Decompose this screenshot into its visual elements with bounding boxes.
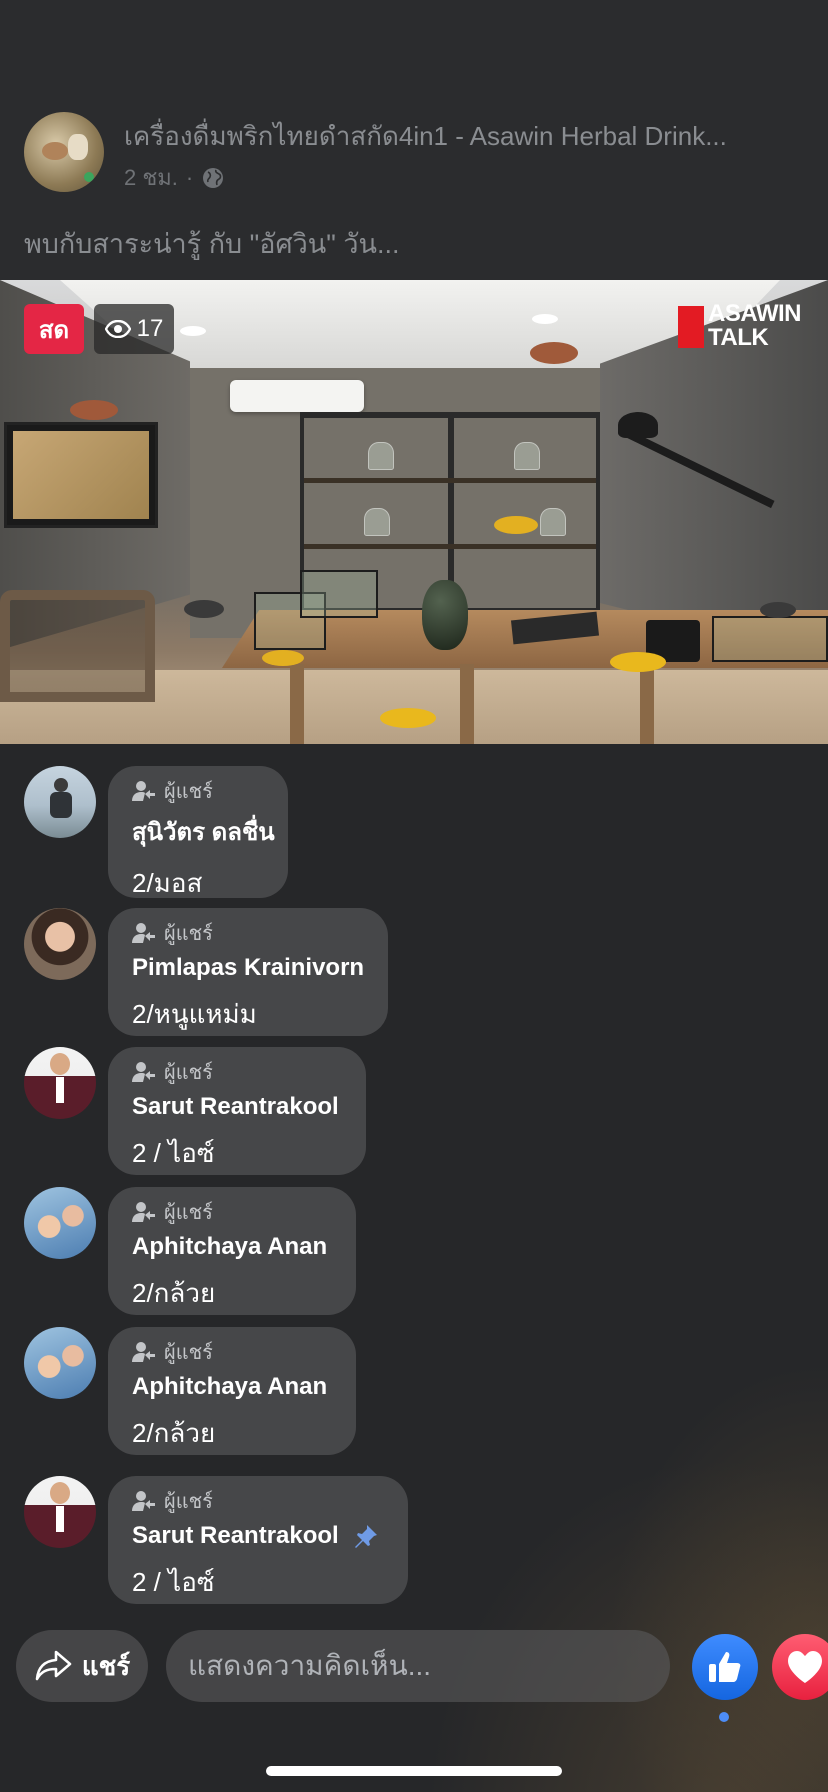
table-leg [460,664,474,744]
share-button[interactable]: แชร์ [16,1630,148,1702]
comment-bubble[interactable]: ผู้แชร์ Pimlapas Krainivorn 2/หนูแหม่ม [108,908,388,1036]
commenter-name[interactable]: Pimlapas Krainivorn [132,954,364,982]
post-header: เครื่องดื่มพริกไทยดำสกัด4in1 - Asawin He… [0,0,828,280]
armchair [0,590,155,702]
sharer-role: ผู้แชร์ [164,1491,213,1513]
comment-bubble[interactable]: ผู้แชร์ Sarut Reantrakool 2 / ไอซ์ [108,1047,366,1175]
meta-separator: · [185,164,194,190]
commenter-avatar[interactable] [24,1187,96,1259]
live-video[interactable]: สด 17 ASAWIN TALK [0,280,828,744]
commenter-name-text[interactable]: Aphitchaya Anan [132,1233,327,1261]
sharer-label: ผู้แชร์ [132,1059,342,1085]
tv [4,422,158,528]
ceiling-light [532,314,558,324]
commenter-name-text[interactable]: สุนิวัตร ดลชื่น [132,812,275,851]
comment-bubble[interactable]: ผู้แชร์ Aphitchaya Anan 2/กล้วย [108,1327,356,1455]
share-person-icon [132,1202,155,1222]
sharer-label: ผู้แชร์ [132,1199,332,1225]
love-reaction-button[interactable] [772,1634,828,1700]
share-person-icon [132,1342,155,1362]
commenter-avatar[interactable] [24,1047,96,1119]
commenter-name[interactable]: Aphitchaya Anan [132,1233,332,1261]
sharer-label: ผู้แชร์ [132,1339,332,1365]
logo-line-1: ASAWIN [708,300,802,327]
comment-input[interactable] [166,1630,670,1702]
comment-bubble[interactable]: ผู้แชร์ Sarut Reantrakool 2 / ไอซ์ [108,1476,408,1604]
pin-icon [354,1525,377,1548]
comment-bubble[interactable]: ผู้แชร์ Aphitchaya Anan 2/กล้วย [108,1187,356,1315]
logo-text: ASAWIN TALK [708,300,802,351]
commenter-name-text[interactable]: Pimlapas Krainivorn [132,954,364,982]
comment-text: 2/หนูแหม่ม [132,999,257,1029]
commenter-name-text[interactable]: Sarut Reantrakool [132,1093,339,1121]
post-meta: 2 ชม. · [124,160,225,195]
heart-icon [788,1651,822,1683]
commenter-avatar[interactable] [24,1476,96,1548]
commenter-avatar[interactable] [24,1327,96,1399]
share-person-icon [132,1491,155,1511]
comment-bubble[interactable]: ผู้แชร์ สุนิวัตร ดลชื่น 2/มอส [108,766,288,898]
commenter-avatar[interactable] [24,766,96,838]
glass-vase [422,580,468,650]
commenter-name[interactable]: Sarut Reantrakool [132,1522,384,1550]
home-indicator[interactable] [266,1766,562,1776]
share-arrow-icon [35,1650,72,1681]
share-label: แชร์ [81,1650,131,1681]
terrarium [712,616,828,662]
viewer-count-badge: 17 [94,304,174,354]
comment-text: 2 / ไอซ์ [132,1138,215,1168]
turmeric-pile [610,652,666,672]
sharer-role: ผู้แชร์ [164,923,213,945]
comment-text: 2/กล้วย [132,1278,216,1308]
page-name[interactable]: เครื่องดื่มพริกไทยดำสกัด4in1 - Asawin He… [124,116,804,157]
commenter-avatar[interactable] [24,908,96,980]
live-badge: สด [24,304,84,354]
table-leg [640,664,654,744]
turmeric-pile [494,516,538,534]
share-person-icon [132,781,155,801]
commenter-name[interactable]: Aphitchaya Anan [132,1373,332,1401]
asawin-talk-logo: ASAWIN TALK [678,302,812,350]
pepper-pile [70,400,118,420]
ceiling-light [180,326,206,336]
pepper-bowl [760,602,796,618]
sharer-label: ผู้แชร์ [132,1488,384,1514]
air-conditioner [230,380,364,412]
eye-icon [104,320,131,338]
commenter-name[interactable]: Sarut Reantrakool [132,1093,342,1121]
commenter-name[interactable]: สุนิวัตร ดลชื่น [132,812,275,851]
comment-text: 2/มอส [132,868,203,898]
logo-line-2: TALK [708,324,769,351]
comment-text: 2 / ไอซ์ [132,1567,215,1597]
share-person-icon [132,1062,155,1082]
thumbs-up-icon [709,1652,741,1682]
sharer-label: ผู้แชร์ [132,920,364,946]
sharer-role: ผู้แชร์ [164,1062,213,1084]
bottom-action-bar: แชร์ [0,1630,828,1722]
share-person-icon [132,923,155,943]
commenter-name-text[interactable]: Aphitchaya Anan [132,1373,327,1401]
post-time: 2 ชม. [124,165,178,190]
selected-indicator-dot [719,1712,729,1722]
page-avatar[interactable] [24,112,104,192]
viewer-count: 17 [136,315,164,342]
table-leg [290,664,304,744]
turmeric-pile [380,708,436,728]
pepper-bowl [184,600,224,618]
commenter-name-text[interactable]: Sarut Reantrakool [132,1522,339,1550]
globe-icon [203,167,224,188]
terrarium [300,570,378,618]
comment-text: 2/กล้วย [132,1418,216,1448]
sharer-role: ผู้แชร์ [164,781,213,803]
turmeric-pile [262,650,304,666]
logo-red-mark [678,306,704,348]
online-dot [84,172,94,182]
post-text[interactable]: พบกับสาระน่ารู้ กับ "อัศวิน" วัน... [24,222,399,265]
pepper-pile [530,342,578,364]
like-reaction-button[interactable] [692,1634,758,1700]
lamp-head [618,412,658,438]
sharer-role: ผู้แชร์ [164,1342,213,1364]
sharer-label: ผู้แชร์ [132,778,264,804]
sharer-role: ผู้แชร์ [164,1202,213,1224]
